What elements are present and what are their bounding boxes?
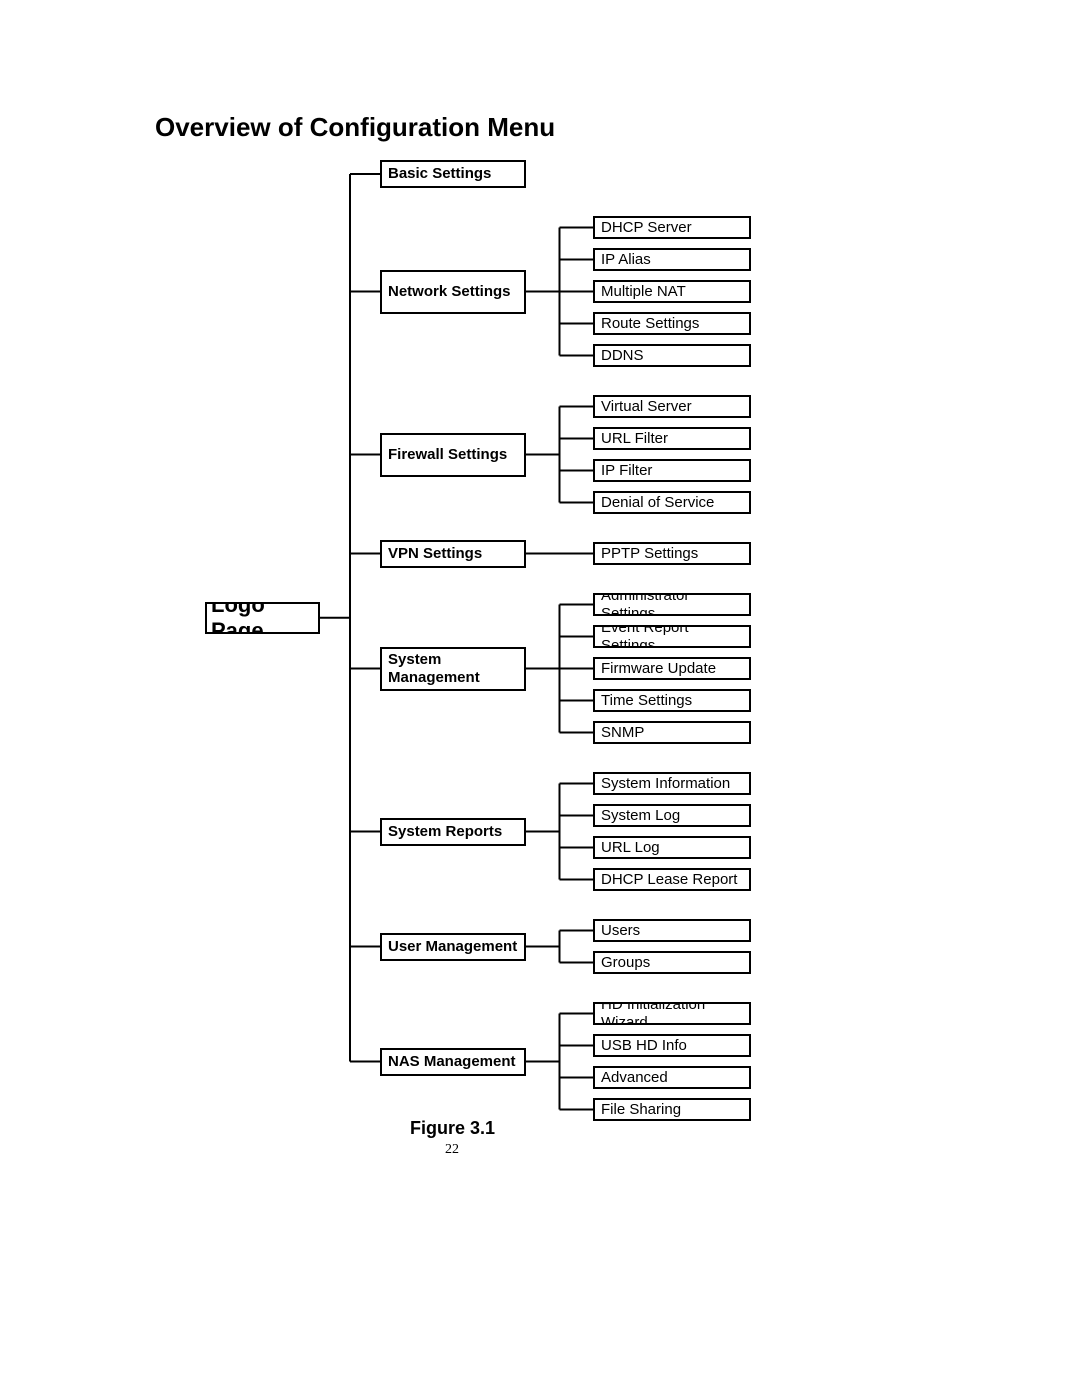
figure-caption: Figure 3.1 [410,1118,495,1139]
page-number: 22 [445,1142,459,1158]
document-page: Overview of Configuration Menu Logo Page… [0,0,1080,1397]
connector-lines [0,0,1080,1397]
